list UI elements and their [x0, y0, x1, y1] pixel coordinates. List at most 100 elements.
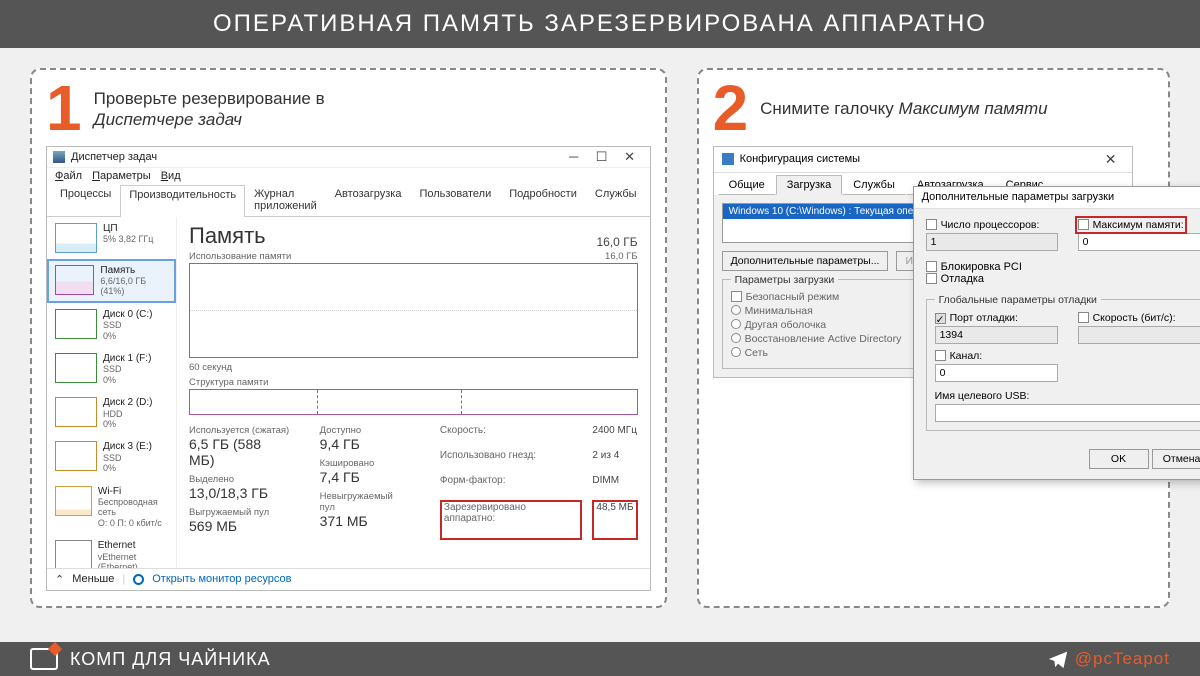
tab-performance[interactable]: Производительность	[120, 185, 245, 217]
safe-boot-checkbox[interactable]: Безопасный режим	[731, 290, 902, 304]
menu-file[interactable]: Файл	[55, 170, 82, 182]
safe-ad-radio[interactable]: Восстановление Active Directory	[731, 332, 902, 346]
menu-options[interactable]: Параметры	[92, 170, 151, 182]
stat-paged: 569 МБ	[189, 518, 290, 534]
memory-heading: Память	[189, 223, 266, 249]
page-header: ОПЕРАТИВНАЯ ПАМЯТЬ ЗАРЕЗЕРВИРОВАНА АППАР…	[0, 0, 1200, 48]
msconfig-title: Конфигурация системы	[740, 153, 861, 165]
stat-cached: 7,4 ГБ	[320, 469, 410, 485]
hw-reserved-label: Зарезервировано аппаратно:	[440, 500, 583, 539]
tm-tabs: Процессы Производительность Журнал прило…	[47, 184, 650, 217]
tab-details[interactable]: Подробности	[500, 184, 586, 216]
sidebar-disk1[interactable]: Диск 1 (F:)SSD0%	[47, 347, 176, 391]
memory-structure-bar	[189, 389, 638, 415]
tab-users[interactable]: Пользователи	[410, 184, 500, 216]
tm-menu: Файл Параметры Вид	[47, 168, 650, 184]
minimize-button[interactable]: ─	[560, 149, 588, 164]
memory-total: 16,0 ГБ	[597, 235, 638, 249]
sidebar-disk0[interactable]: Диск 0 (C:)SSD0%	[47, 303, 176, 347]
advanced-options-button[interactable]: Дополнительные параметры...	[722, 251, 889, 271]
sixty-sec-label: 60 секунд	[189, 362, 638, 373]
channel-checkbox[interactable]: Канал:	[935, 350, 983, 362]
tab-startup[interactable]: Автозагрузка	[326, 184, 411, 216]
adv-dialog-title: Дополнительные параметры загрузки	[922, 191, 1115, 204]
tab-services[interactable]: Службы	[586, 184, 646, 216]
memory-details: Скорость:2400 МГц Использовано гнезд:2 и…	[440, 425, 638, 540]
sidebar-ethernet[interactable]: EthernetvEthernet (Ethernet)	[47, 534, 176, 568]
taskmgr-icon	[53, 151, 65, 163]
close-button[interactable]: ✕	[616, 149, 644, 165]
hw-reserved-value: 48,5 МБ	[592, 500, 637, 539]
safe-altshell-radio[interactable]: Другая оболочка	[731, 318, 902, 332]
safe-network-radio[interactable]: Сеть	[731, 346, 902, 360]
debug-port-select[interactable]: 1394	[935, 326, 1058, 344]
telegram-handle[interactable]: @pcTeapot	[1075, 649, 1170, 669]
stat-committed: 13,0/18,3 ГБ	[189, 485, 290, 501]
telegram-icon	[1047, 648, 1069, 670]
step-2-panel: 2 Снимите галочку Максимум памяти Конфиг…	[697, 68, 1170, 608]
tm-sidebar: ЦП5% 3,82 ГГц Память6,6/16,0 ГБ (41%) Ди…	[47, 217, 177, 568]
step-2-number: 2	[713, 80, 749, 138]
sidebar-wifi[interactable]: Wi-FiБеспроводная сетьО: 0 П: 0 кбит/с	[47, 480, 176, 535]
ok-button[interactable]: OK	[1089, 449, 1149, 469]
sidebar-memory[interactable]: Память6,6/16,0 ГБ (41%)	[47, 259, 176, 303]
num-proc-select[interactable]: 1	[926, 233, 1058, 251]
fewer-details-link[interactable]: Меньше	[72, 573, 114, 585]
stat-used: 6,5 ГБ (588 МБ)	[189, 436, 290, 468]
disk0-thumb-icon	[55, 309, 97, 339]
menu-view[interactable]: Вид	[161, 170, 181, 182]
open-resource-monitor-link[interactable]: Открыть монитор ресурсов	[152, 573, 291, 585]
usb-target-input[interactable]	[935, 404, 1200, 422]
num-proc-checkbox[interactable]: Число процессоров:	[926, 219, 1040, 231]
debug-port-checkbox[interactable]: ✓Порт отладки:	[935, 312, 1018, 324]
tab-services[interactable]: Службы	[842, 175, 906, 195]
sidebar-cpu[interactable]: ЦП5% 3,82 ГГц	[47, 217, 176, 259]
stat-available: 9,4 ГБ	[320, 436, 410, 452]
step-1-panel: 1 Проверьте резервирование в Диспетчере …	[30, 68, 667, 608]
stat-nonpaged: 371 МБ	[320, 513, 410, 529]
tab-app-history[interactable]: Журнал приложений	[245, 184, 326, 216]
tab-boot[interactable]: Загрузка	[776, 175, 842, 195]
msconfig-icon	[722, 153, 734, 165]
tm-titlebar: Диспетчер задач ─ ☐ ✕	[47, 147, 650, 168]
chevron-up-icon[interactable]: ⌃	[55, 573, 64, 586]
global-debug-fieldset: Глобальные параметры отладки ✓Порт отлад…	[926, 299, 1200, 431]
struct-label: Структура памяти	[189, 377, 638, 388]
brand-logo-icon	[30, 648, 58, 670]
step-1-number: 1	[46, 80, 82, 138]
advanced-boot-dialog: Дополнительные параметры загрузки ✕ Числ…	[913, 186, 1200, 480]
sidebar-disk3[interactable]: Диск 3 (E:)SSD0%	[47, 435, 176, 479]
brand-text: КОМП ДЛЯ ЧАЙНИКА	[70, 649, 271, 670]
disk2-thumb-icon	[55, 397, 97, 427]
usage-max: 16,0 ГБ	[605, 251, 638, 262]
usage-label: Использование памяти	[189, 251, 291, 262]
step-2-caption: Снимите галочку Максимум памяти	[760, 98, 1047, 119]
debug-checkbox[interactable]: Отладка	[926, 273, 984, 285]
tab-processes[interactable]: Процессы	[51, 184, 120, 216]
channel-input[interactable]	[935, 364, 1058, 382]
msconfig-close-button[interactable]: ✕	[1098, 151, 1124, 168]
memory-usage-chart	[189, 263, 638, 358]
cancel-button[interactable]: Отмена	[1152, 449, 1200, 469]
baud-rate-checkbox[interactable]: Скорость (бит/с):	[1078, 312, 1176, 324]
wifi-thumb-icon	[55, 486, 92, 516]
tab-general[interactable]: Общие	[718, 175, 776, 195]
safe-minimal-radio[interactable]: Минимальная	[731, 304, 902, 318]
tm-title-text: Диспетчер задач	[71, 151, 157, 163]
maximize-button[interactable]: ☐	[588, 149, 616, 165]
max-memory-input[interactable]	[1078, 233, 1200, 251]
max-memory-checkbox[interactable]: Максимум памяти:	[1078, 219, 1184, 231]
tm-footer: ⌃ Меньше | Открыть монитор ресурсов	[47, 568, 650, 590]
page-footer: КОМП ДЛЯ ЧАЙНИКА @pcTeapot	[0, 642, 1200, 676]
ethernet-thumb-icon	[55, 540, 92, 568]
pci-lock-checkbox[interactable]: Блокировка PCI	[926, 261, 1022, 273]
task-manager-window: Диспетчер задач ─ ☐ ✕ Файл Параметры Вид…	[46, 146, 651, 591]
memory-thumb-icon	[55, 265, 94, 295]
disk1-thumb-icon	[55, 353, 97, 383]
baud-rate-select[interactable]	[1078, 326, 1200, 344]
tm-main: Память 16,0 ГБ Использование памяти 16,0…	[177, 217, 650, 568]
resmon-icon	[133, 574, 144, 585]
disk3-thumb-icon	[55, 441, 97, 471]
cpu-thumb-icon	[55, 223, 97, 253]
sidebar-disk2[interactable]: Диск 2 (D:)HDD0%	[47, 391, 176, 435]
